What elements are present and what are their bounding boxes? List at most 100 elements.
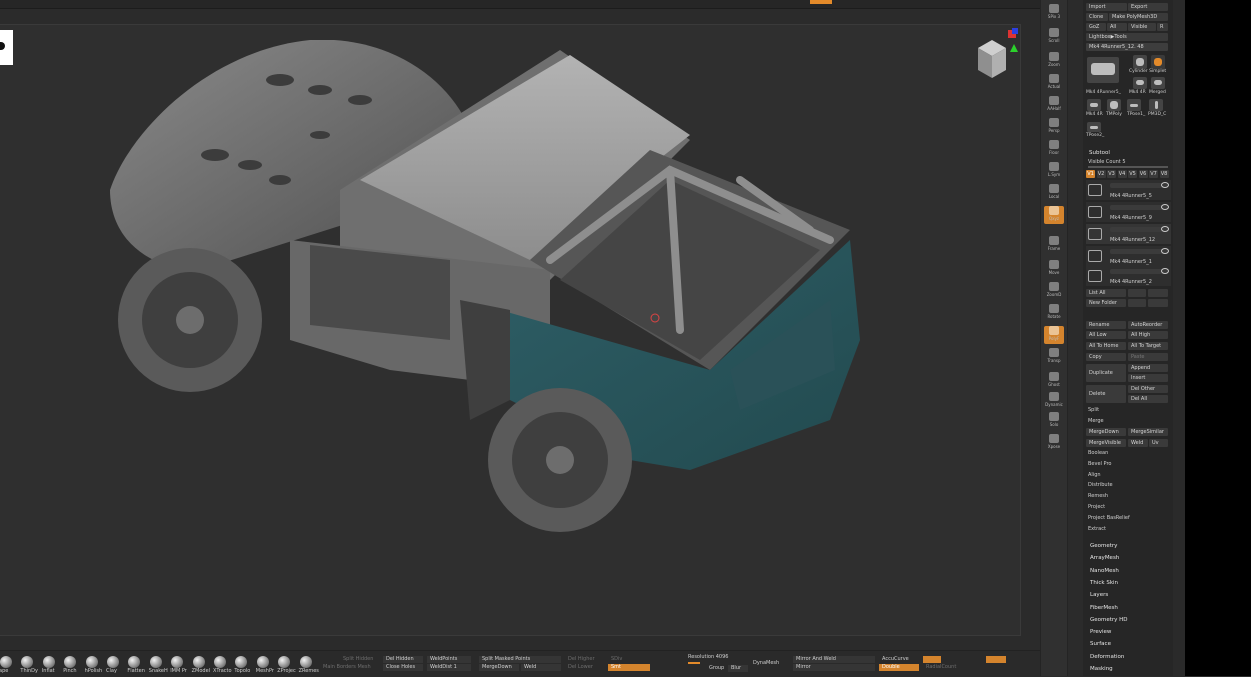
version-tab-1[interactable]: V1	[1086, 170, 1095, 178]
split-hidden-button[interactable]: Split Hidden	[340, 656, 380, 663]
tool-section-item[interactable]: Geometry	[1090, 543, 1117, 549]
brush-button[interactable]	[148, 656, 164, 668]
subtool-item[interactable]: Mk4 4Runner5_9	[1086, 202, 1171, 222]
brush-button[interactable]	[62, 656, 78, 668]
brush-button[interactable]	[41, 656, 57, 668]
del-higher-button[interactable]: Del Higher	[565, 656, 605, 663]
navigation-gizmo[interactable]	[968, 28, 1024, 88]
import-button[interactable]: Import	[1086, 3, 1127, 11]
vehicle-model[interactable]	[90, 40, 890, 560]
delete-button[interactable]: Delete	[1086, 385, 1126, 403]
tool-section-item[interactable]: Geometry HD	[1090, 617, 1128, 623]
merge-similar-button[interactable]: MergeSimilar	[1128, 428, 1168, 436]
weld-dist-slider[interactable]: WeldDist 1	[427, 664, 471, 671]
del-hidden-button[interactable]: Del Hidden	[383, 656, 423, 663]
shelf-frame-button[interactable]: Frame	[1044, 236, 1064, 254]
shelf-transp-button[interactable]: Transp	[1044, 348, 1064, 366]
tool-section-item[interactable]: Deformation	[1090, 654, 1124, 660]
shelf-xyz-button[interactable]: Qxyz	[1044, 206, 1064, 224]
version-tab-3[interactable]: V3	[1107, 170, 1116, 178]
lightbox-tools-button[interactable]: Lightbox▶Tools	[1086, 33, 1168, 41]
panel-scroll-edge[interactable]	[1173, 0, 1185, 676]
brush-button[interactable]	[212, 656, 228, 668]
tool-thumb-main[interactable]	[1087, 57, 1119, 83]
subtool-subpalette-item[interactable]: Remesh	[1088, 493, 1108, 499]
split-masked-button[interactable]: Split Masked Points	[479, 656, 561, 663]
current-tool-slider[interactable]: Mk4 4Runner5_12. 48	[1086, 43, 1168, 51]
shelf-sym-button[interactable]: L.Sym	[1044, 162, 1064, 180]
brush-button[interactable]	[255, 656, 271, 668]
make-polymesh-button[interactable]: Make PolyMesh3D	[1109, 13, 1168, 21]
duplicate-button[interactable]: Duplicate	[1086, 364, 1126, 382]
uv-toggle[interactable]: Uv	[1149, 439, 1168, 447]
shelf-solo-button[interactable]: Solo	[1044, 412, 1064, 430]
shelf-scroll-button[interactable]: Scroll	[1044, 28, 1064, 46]
shelf-dynamic-button[interactable]: Dynamic	[1044, 392, 1064, 410]
export-button[interactable]: Export	[1128, 3, 1168, 11]
shelf-sphere-button[interactable]: SPix 3	[1044, 4, 1064, 22]
split-section[interactable]: Split	[1088, 407, 1099, 413]
version-tab-4[interactable]: V4	[1117, 170, 1127, 178]
close-holes-button[interactable]: Close Holes	[383, 664, 423, 671]
rename-button[interactable]: Rename	[1086, 321, 1126, 329]
all-to-target-button[interactable]: All To Target	[1128, 342, 1168, 350]
tool-thumb-pm3d[interactable]	[1149, 99, 1163, 111]
brush-button[interactable]	[0, 656, 14, 668]
weld-bottom-button[interactable]: Weld	[521, 664, 561, 671]
subtool-subpalette-item[interactable]: Distribute	[1088, 482, 1113, 488]
del-all-button[interactable]: Del All	[1128, 395, 1168, 403]
brush-button[interactable]	[84, 656, 100, 668]
accucurve-toggle[interactable]: AccuCurve	[879, 656, 919, 663]
merge-section[interactable]: Merge	[1088, 418, 1104, 424]
append-button[interactable]: Append	[1128, 364, 1168, 372]
brush-button[interactable]	[276, 656, 292, 668]
shelf-zoom3d-button[interactable]: ZoomD	[1044, 282, 1064, 300]
tool-thumb-merged[interactable]	[1151, 77, 1165, 89]
tool-section-item[interactable]: Surface	[1090, 641, 1111, 647]
brush-button[interactable]	[19, 656, 35, 668]
axis-toggle[interactable]	[986, 656, 1006, 663]
weld-toggle[interactable]: Weld	[1128, 439, 1148, 447]
subtool-item[interactable]: Mk4 4Runner5_12	[1086, 224, 1171, 244]
del-lower-button[interactable]: Del Lower	[565, 664, 605, 671]
tool-thumb-mk4[interactable]	[1133, 77, 1147, 89]
subtool-controls[interactable]	[1110, 205, 1168, 210]
blur-slider[interactable]: Blur	[728, 665, 748, 672]
subtool-controls[interactable]	[1110, 227, 1168, 232]
shelf-aahalf-button[interactable]: AAHalf	[1044, 96, 1064, 114]
shelf-local-button[interactable]: Local	[1044, 184, 1064, 202]
tool-thumb-mk4-2[interactable]	[1087, 99, 1101, 111]
shelf-actual-button[interactable]: Actual	[1044, 74, 1064, 92]
version-tab-6[interactable]: V6	[1138, 170, 1148, 178]
all-high-button[interactable]: All High	[1128, 331, 1168, 339]
tool-section-item[interactable]: NanoMesh	[1090, 568, 1119, 574]
weld-points-button[interactable]: WeldPoints	[427, 656, 471, 663]
auto-reorder-button[interactable]: AutoReorder	[1128, 321, 1168, 329]
eye-icon[interactable]	[1161, 248, 1169, 254]
subtool-header[interactable]: Subtool	[1089, 150, 1110, 156]
copy-button[interactable]: Copy	[1086, 353, 1126, 361]
radial-count-slider[interactable]: RadialCount	[923, 664, 983, 671]
clone-button[interactable]: Clone	[1086, 13, 1108, 21]
paste-button[interactable]: Paste	[1128, 353, 1168, 361]
brush-button[interactable]	[298, 656, 314, 668]
brush-button[interactable]	[233, 656, 249, 668]
shelf-persp-button[interactable]: Persp	[1044, 118, 1064, 136]
smt-toggle[interactable]: Smt	[608, 664, 650, 671]
all-to-home-button[interactable]: All To Home	[1086, 342, 1126, 350]
subtool-subpalette-item[interactable]: Boolean	[1088, 450, 1108, 456]
brush-button[interactable]	[126, 656, 142, 668]
goz-button[interactable]: GoZ	[1086, 23, 1106, 31]
merge-down-button[interactable]: MergeDown	[1086, 428, 1126, 436]
subtool-controls[interactable]	[1110, 183, 1168, 188]
arrow-up-button[interactable]	[1128, 299, 1146, 307]
list-all-button[interactable]: List All	[1086, 289, 1126, 297]
eye-icon[interactable]	[1161, 204, 1169, 210]
brush-button[interactable]	[169, 656, 185, 668]
shelf-zoom-button[interactable]: Zoom	[1044, 52, 1064, 70]
goz-all-button[interactable]: All	[1107, 23, 1127, 31]
subtool-subpalette-item[interactable]: Bevel Pro	[1088, 461, 1111, 467]
version-tab-5[interactable]: V5	[1128, 170, 1137, 178]
move-up-button[interactable]	[1128, 289, 1146, 297]
brush-button[interactable]	[191, 656, 207, 668]
